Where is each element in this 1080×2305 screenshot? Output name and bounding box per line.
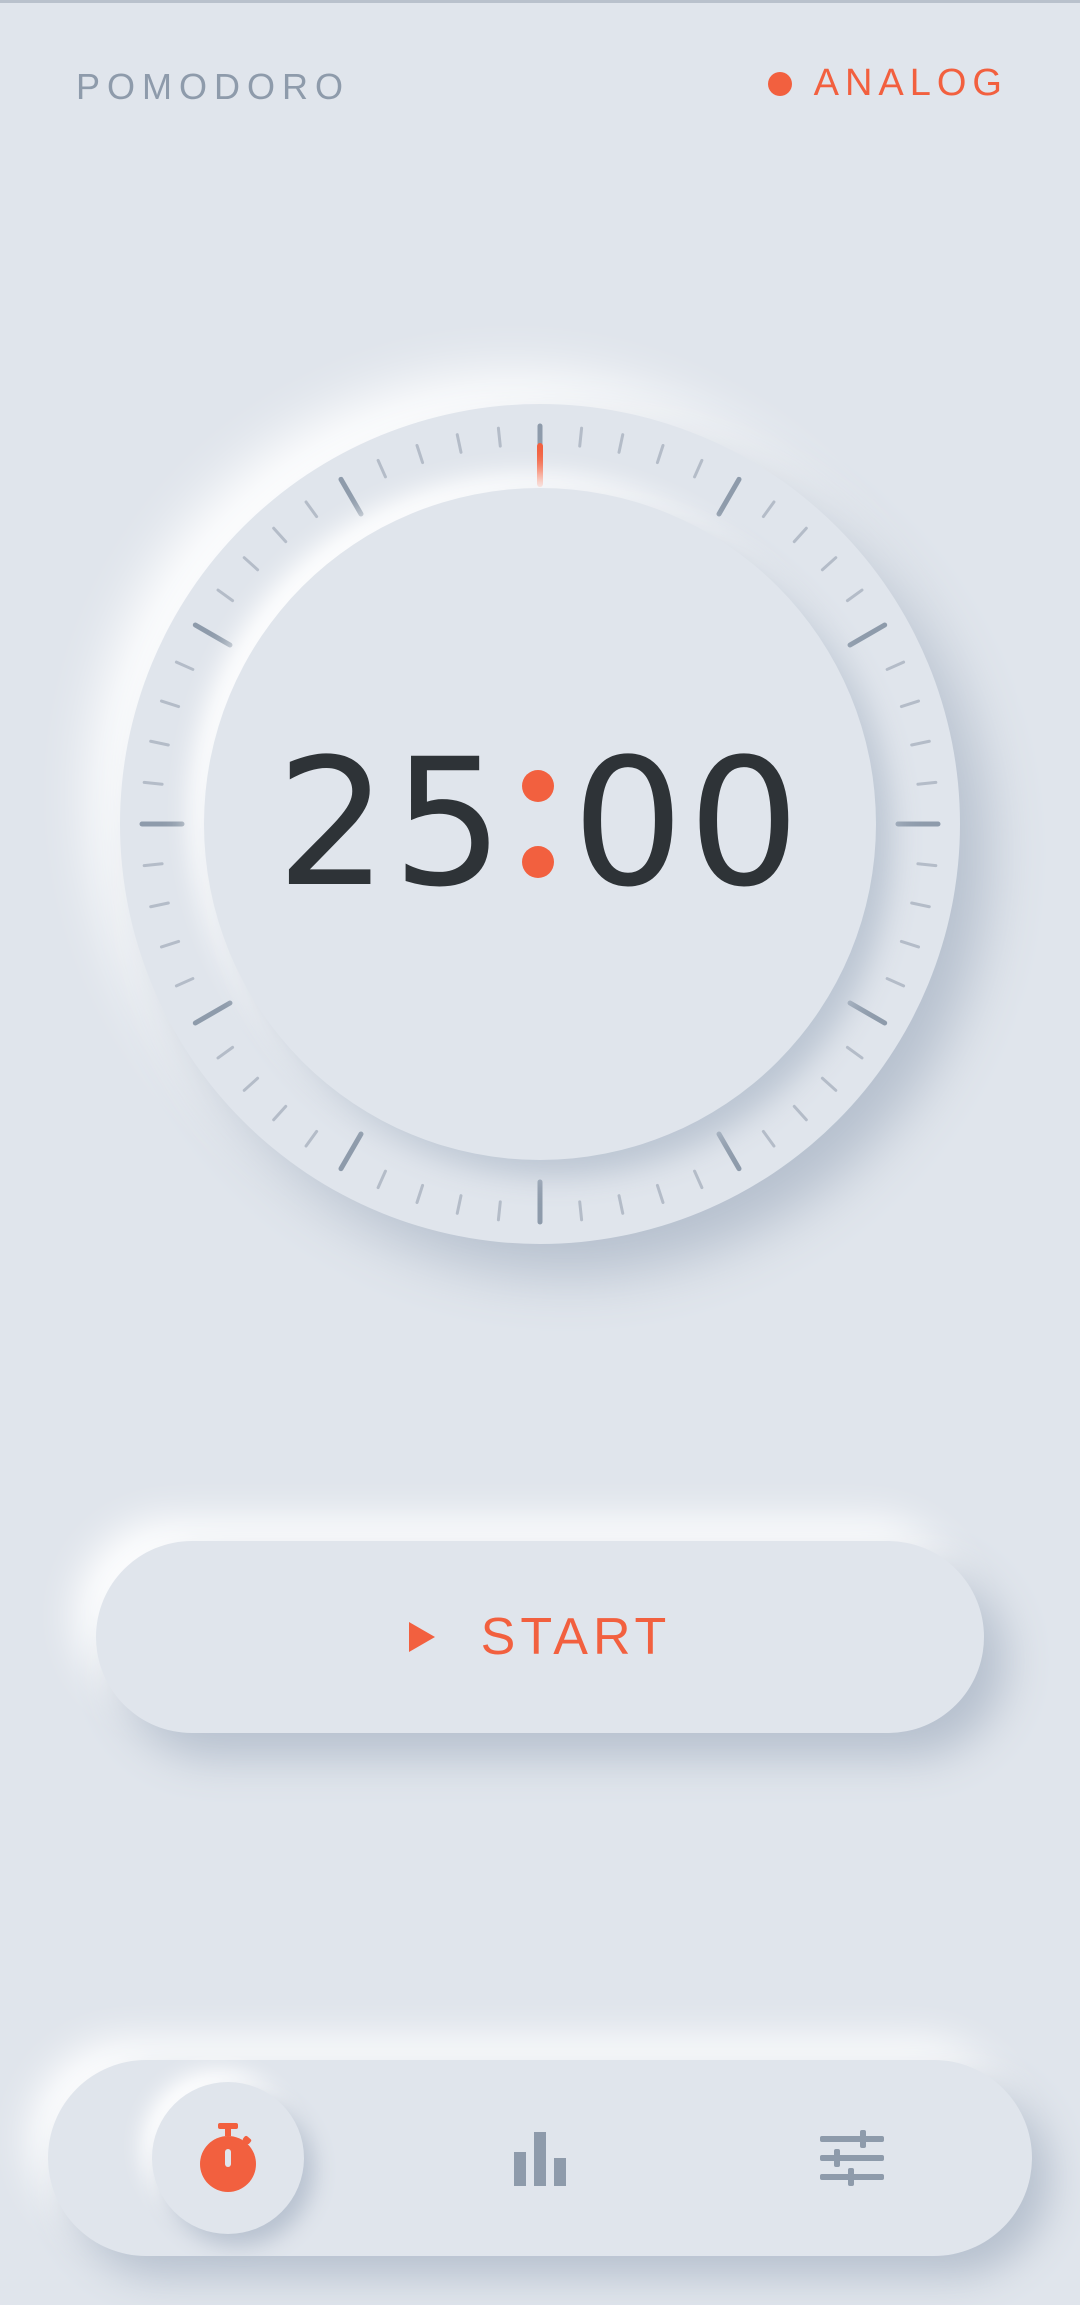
dial-minor-tick [761,1129,776,1148]
dial-minor-tick [304,1129,319,1148]
timer-face: 25 00 [204,488,876,1160]
dial-minor-tick [617,1194,625,1215]
time-seconds: 00 [572,721,804,926]
dial-major-tick [192,622,233,648]
dial-minor-tick [455,1194,463,1215]
dial-major-tick [192,1000,233,1026]
dial-minor-tick [617,433,625,454]
time-readout: 25 00 [276,736,804,912]
dial-minor-tick [885,660,906,671]
mode-label: ANALOG [813,62,1008,104]
mode-indicator-dot [767,71,792,96]
dial-minor-tick [496,1200,502,1222]
dial-minor-tick [455,433,463,454]
mode-toggle[interactable]: ANALOG [767,62,1008,105]
dial-minor-tick [910,739,931,747]
dial-minor-tick [149,739,170,747]
dial-minor-tick [845,1045,864,1060]
dial-major-tick [716,1131,742,1172]
timer-dial[interactable]: 25 00 [120,404,960,1244]
stopwatch-icon [200,2123,256,2192]
dial-minor-tick [376,1169,387,1190]
dial-minor-tick [159,699,181,709]
dial-minor-tick [242,1076,260,1092]
start-button[interactable]: START [96,1541,984,1733]
dial-minor-tick [761,500,776,519]
dial-minor-tick [415,1183,425,1205]
dial-minor-tick [655,1183,665,1205]
dial-major-tick [847,622,888,648]
dial-minor-tick [272,526,288,544]
dial-minor-tick [174,977,195,988]
dial-minor-tick [376,458,387,479]
dial-minor-tick [496,426,502,448]
dial-minor-tick [910,901,931,909]
dial-minor-tick [916,780,938,786]
dial-minor-tick [149,901,170,909]
bottom-navigation [48,2060,1032,2256]
dial-minor-tick [159,939,181,949]
dial-minor-tick [845,588,864,603]
dial-major-tick [338,1131,364,1172]
dial-minor-tick [142,862,164,868]
dial-minor-tick [578,1200,584,1222]
time-colon [522,770,554,878]
dial-major-tick [338,476,364,517]
dial-minor-tick [916,862,938,868]
nav-settings-tab[interactable] [776,2082,928,2234]
dial-minor-tick [304,500,319,519]
start-label: START [480,1608,672,1666]
nav-timer-tab[interactable] [152,2082,304,2234]
status-divider [0,0,1080,3]
dial-minor-tick [216,588,235,603]
play-icon [408,1622,435,1652]
dial-major-tick [847,1000,888,1026]
dial-minor-tick [655,443,665,465]
nav-stats-tab[interactable] [464,2082,616,2234]
dial-minor-tick [693,458,704,479]
dial-minor-tick [820,1076,838,1092]
time-minutes: 25 [276,721,508,926]
dial-minor-tick [899,939,921,949]
dial-major-tick [716,476,742,517]
bar-chart-icon [514,2132,566,2186]
dial-minor-tick [885,977,906,988]
app-title: POMODORO [76,66,351,107]
dial-minor-tick [174,660,195,671]
dial-minor-tick [693,1169,704,1190]
dial-minor-tick [242,556,260,572]
dial-minor-tick [216,1045,235,1060]
dial-minor-tick [272,1104,288,1122]
dial-minor-tick [899,699,921,709]
dial-minor-tick [578,426,584,448]
dial-minor-tick [792,526,808,544]
dial-minor-tick [415,443,425,465]
dial-minor-tick [142,780,164,786]
dial-minor-tick [820,556,838,572]
dial-minor-tick [792,1104,808,1122]
sliders-icon [820,2130,884,2186]
